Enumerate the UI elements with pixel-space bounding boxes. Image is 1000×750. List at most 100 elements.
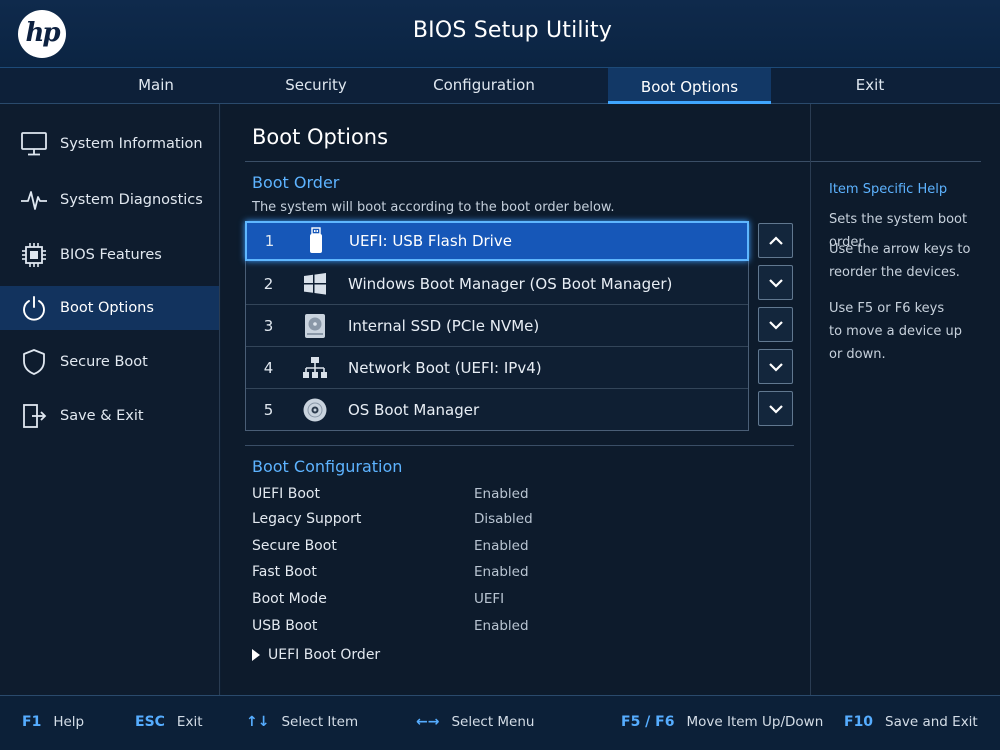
chevron-up-icon [768, 235, 783, 245]
tab-exit[interactable]: Exit [820, 68, 920, 104]
config-label: Fast Boot [252, 564, 317, 580]
divider [811, 161, 981, 162]
sidebar-item-label: Save & Exit [60, 408, 144, 424]
boot-item-usb-flash-drive[interactable]: 1 UEFI: USB Flash Drive [245, 221, 749, 261]
config-row-boot-mode[interactable]: Boot Mode UEFI [252, 591, 552, 611]
sidebar-item-system-diagnostics[interactable]: System Diagnostics [0, 178, 219, 222]
chevron-down-icon [768, 404, 783, 414]
boot-item-label: Windows Boot Manager (OS Boot Manager) [348, 274, 673, 293]
boot-item-label: Network Boot (UEFI: IPv4) [348, 358, 542, 377]
chevron-down-icon [768, 278, 783, 288]
config-value: UEFI [474, 591, 505, 607]
key-label: Exit [176, 714, 203, 730]
sidebar-item-label: Secure Boot [60, 354, 148, 370]
sidebar-item-boot-options[interactable]: Boot Options [0, 286, 219, 330]
chevron-down-icon [768, 320, 783, 330]
config-label: Secure Boot [252, 538, 337, 554]
key-label: Select Item [281, 714, 359, 730]
usb-drive-icon [296, 227, 336, 254]
boot-item-os-boot-manager[interactable]: 5 OS Boot Manager [246, 389, 748, 431]
key-name: F1 [22, 714, 42, 730]
key-name: ↑↓ [246, 714, 270, 730]
boot-item-number: 4 [263, 358, 274, 377]
pulse-icon [19, 185, 49, 215]
key-name: ESC [135, 714, 165, 730]
divider [245, 445, 794, 446]
boot-order-list: 1 UEFI: USB Flash Drive 2 Windows Boot M… [245, 221, 749, 431]
sidebar-item-bios-features[interactable]: BIOS Features [0, 233, 219, 277]
help-text: Use F5 or F6 keys [829, 301, 945, 316]
move-down-button[interactable] [758, 265, 793, 300]
tab-boot-options[interactable]: Boot Options [608, 68, 771, 104]
config-label: Legacy Support [252, 511, 362, 527]
footer-key-exit: ESC Exit [135, 714, 203, 730]
network-icon [295, 355, 335, 381]
help-text: Use the arrow keys to [829, 242, 971, 257]
sidebar-item-system-information[interactable]: System Information [0, 122, 219, 166]
key-label: Save and Exit [885, 714, 978, 730]
sidebar-item-label: Boot Options [60, 300, 154, 316]
config-value: Enabled [474, 564, 529, 580]
monitor-icon [19, 129, 49, 159]
key-name: ←→ [416, 714, 440, 730]
boot-item-internal-ssd[interactable]: 3 Internal SSD (PCIe NVMe) [246, 305, 748, 347]
boot-item-number: 1 [264, 232, 275, 250]
config-row-usb-boot[interactable]: USB Boot Enabled [252, 618, 552, 638]
move-down-button[interactable] [758, 349, 793, 384]
boot-order-description: The system will boot according to the bo… [252, 200, 615, 215]
footer-key-select-menu: ←→ Select Menu [416, 714, 534, 730]
tab-security[interactable]: Security [256, 68, 376, 104]
sidebar-item-label: System Information [60, 136, 203, 152]
boot-item-number: 2 [263, 274, 274, 293]
divider [245, 161, 810, 162]
boot-item-windows-boot-manager[interactable]: 2 Windows Boot Manager (OS Boot Manager) [246, 263, 748, 305]
config-row-secure-boot[interactable]: Secure Boot Enabled [252, 538, 552, 558]
config-value: Enabled [474, 486, 529, 502]
config-label: UEFI Boot [252, 486, 320, 502]
move-down-button[interactable] [758, 307, 793, 342]
footer-key-select-item: ↑↓ Select Item [246, 714, 358, 730]
footer-key-bar: F1 Help ESC Exit ↑↓ Select Item ←→ Selec… [0, 695, 1000, 750]
boot-item-label: OS Boot Manager [348, 401, 480, 419]
help-text: to move a device up [829, 324, 963, 339]
tab-main[interactable]: Main [96, 68, 216, 104]
boot-item-network-boot[interactable]: 4 Network Boot (UEFI: IPv4) [246, 347, 748, 389]
boot-config-title: Boot Configuration [252, 457, 403, 476]
main-panel: Boot Options Boot Order The system will … [221, 104, 810, 695]
key-label: Move Item Up/Down [686, 714, 824, 730]
boot-item-label: UEFI: USB Flash Drive [349, 232, 512, 250]
move-up-button[interactable] [758, 223, 793, 258]
triangle-right-icon [252, 649, 260, 661]
tab-configuration[interactable]: Configuration [414, 68, 554, 104]
sidebar-item-label: BIOS Features [60, 247, 162, 263]
boot-item-label: Internal SSD (PCIe NVMe) [348, 316, 540, 335]
disc-icon [295, 397, 335, 423]
key-name: F5 / F6 [621, 714, 675, 730]
chip-icon [19, 240, 49, 270]
config-row-fast-boot[interactable]: Fast Boot Enabled [252, 564, 552, 584]
sidebar-item-save-exit[interactable]: Save & Exit [0, 394, 219, 438]
exit-door-icon [19, 401, 49, 431]
sidebar-item-secure-boot[interactable]: Secure Boot [0, 340, 219, 384]
hard-drive-icon [295, 313, 335, 339]
header-bar: hp BIOS Setup Utility [0, 0, 1000, 68]
sidebar: System Information System Diagnostics BI… [0, 104, 220, 695]
boot-item-number: 3 [263, 316, 274, 335]
key-label: Help [53, 714, 85, 730]
config-value: Enabled [474, 538, 529, 554]
submenu-uefi-boot-order[interactable]: UEFI Boot Order [252, 647, 380, 663]
config-value: Disabled [474, 511, 533, 527]
submenu-label: UEFI Boot Order [268, 647, 381, 663]
key-name: F10 [844, 714, 874, 730]
footer-key-help: F1 Help [22, 714, 84, 730]
config-row-uefi-boot[interactable]: UEFI Boot Enabled [252, 486, 552, 506]
move-down-button[interactable] [758, 391, 793, 426]
tab-bar: Main Security Configuration Boot Options… [0, 68, 1000, 104]
windows-icon [295, 271, 335, 297]
key-label: Select Menu [451, 714, 535, 730]
help-panel: Item Specific Help Sets the system boot … [810, 104, 1000, 695]
config-value: Enabled [474, 618, 529, 634]
config-row-legacy-support[interactable]: Legacy Support Disabled [252, 511, 552, 531]
shield-icon [19, 347, 49, 377]
boot-item-number: 5 [263, 401, 274, 419]
